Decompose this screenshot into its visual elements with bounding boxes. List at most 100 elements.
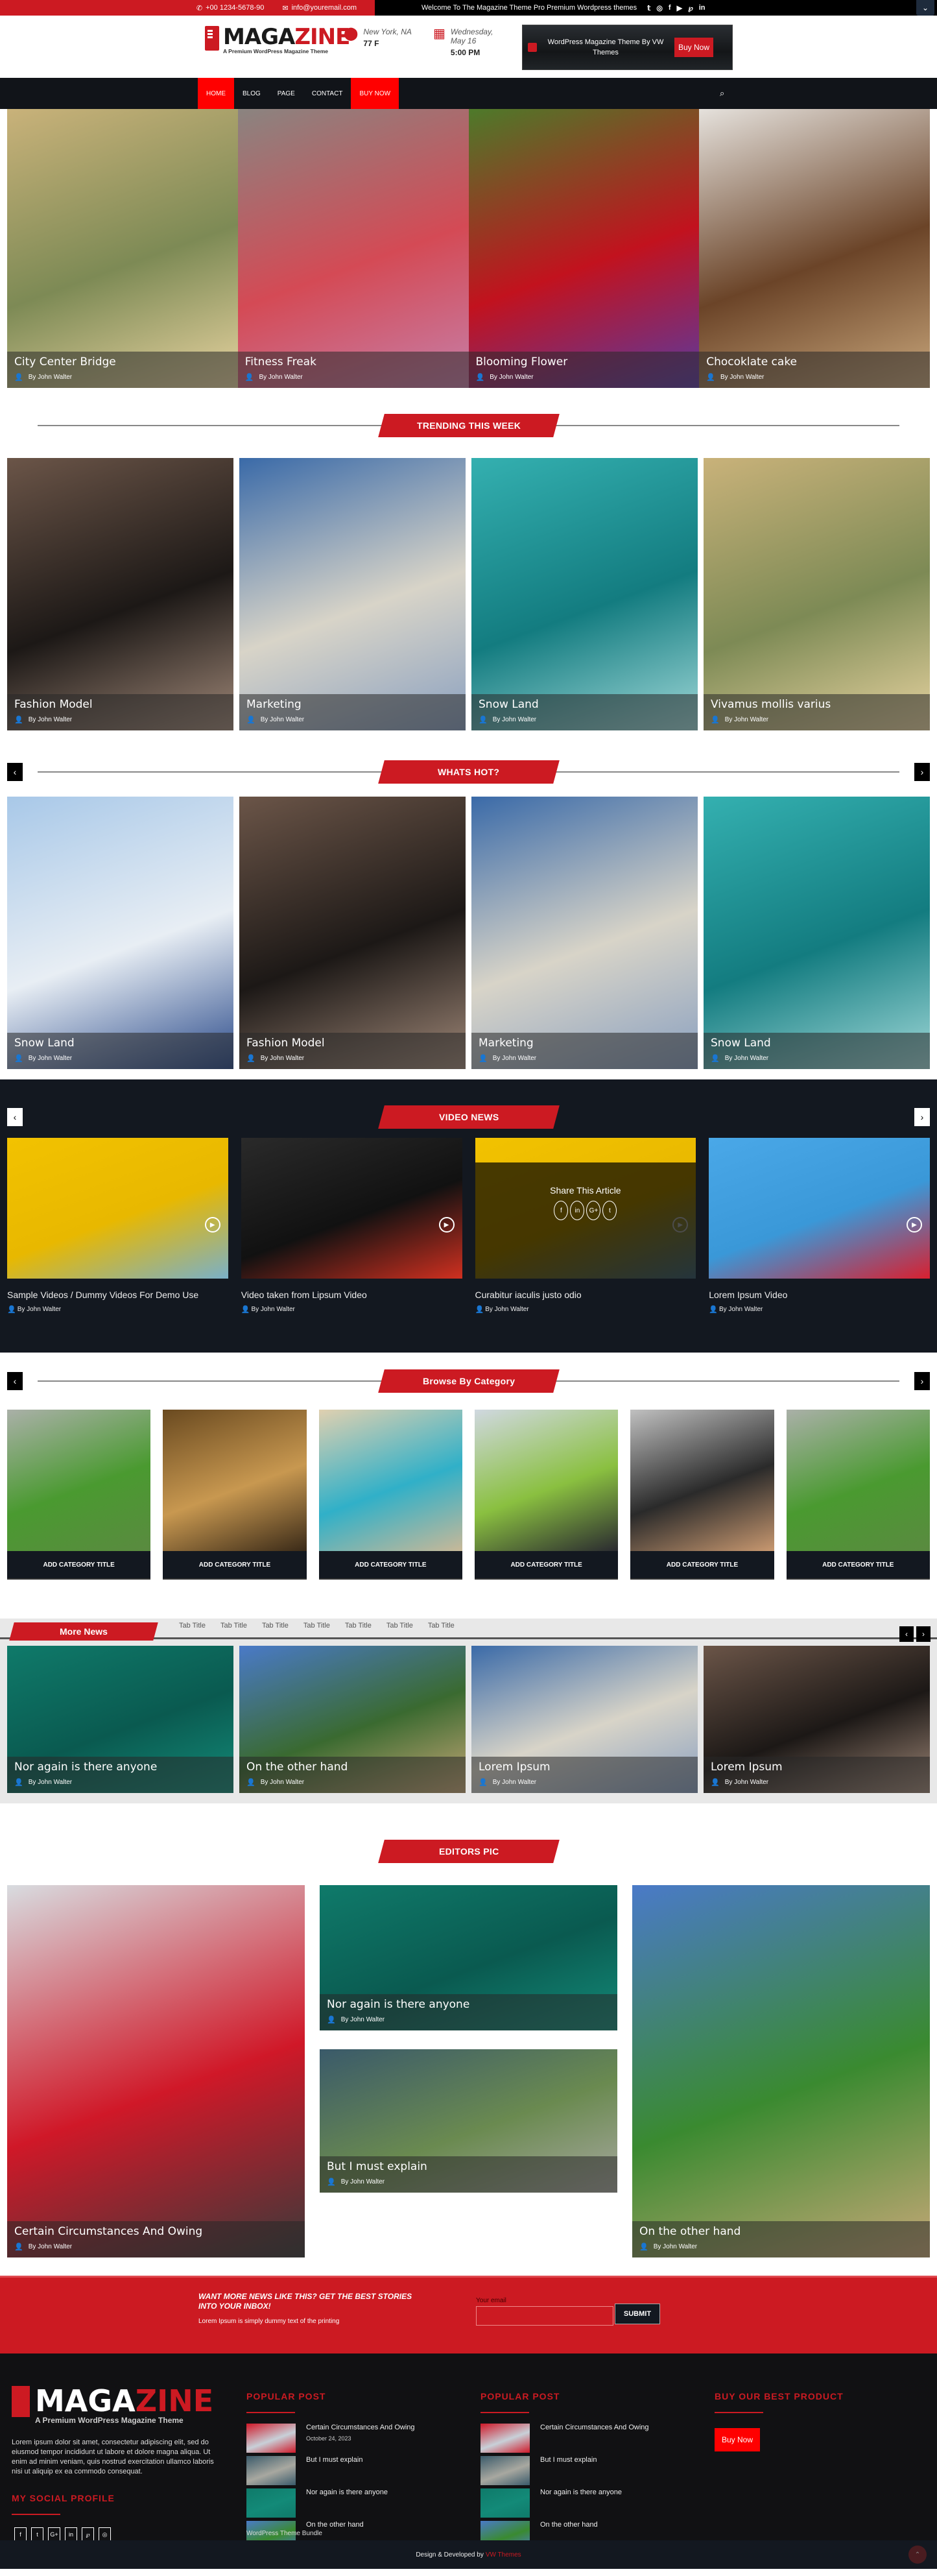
play-icon[interactable]: ▶ bbox=[907, 1217, 922, 1233]
ad-buy-now-button[interactable]: Buy Now bbox=[674, 38, 714, 57]
post-title[interactable]: But I must explain bbox=[540, 2456, 597, 2464]
post-thumbnail[interactable] bbox=[480, 2488, 530, 2518]
card-title[interactable]: Lorem Ipsum bbox=[479, 1761, 691, 1774]
category-title[interactable]: ADD CATEGORY TITLE bbox=[630, 1551, 774, 1580]
prev-arrow[interactable]: ‹ bbox=[899, 1626, 914, 1642]
header-ad-banner[interactable]: WordPress Magazine Theme By VW Themes Bu… bbox=[522, 25, 733, 70]
category-image[interactable] bbox=[318, 1410, 462, 1551]
category-title[interactable]: ADD CATEGORY TITLE bbox=[7, 1551, 151, 1580]
tab-2[interactable]: Tab Title bbox=[220, 1622, 247, 1630]
next-arrow[interactable]: › bbox=[914, 1108, 930, 1126]
linkedin-icon[interactable]: in bbox=[65, 2527, 77, 2542]
card-image[interactable] bbox=[704, 458, 930, 730]
card-image[interactable] bbox=[7, 1885, 305, 2257]
card-image[interactable] bbox=[471, 797, 698, 1069]
category-card[interactable]: ADD CATEGORY TITLE bbox=[318, 1410, 462, 1580]
play-icon[interactable]: ▶ bbox=[204, 1217, 220, 1233]
tab-5[interactable]: Tab Title bbox=[345, 1622, 372, 1630]
post-title[interactable]: But I must explain bbox=[306, 2456, 362, 2464]
editors-card[interactable]: Certain Circumstances And Owing 👤 By John … bbox=[7, 1885, 305, 2257]
card-title[interactable]: Nor again is there anyone bbox=[14, 1761, 226, 1774]
card-title[interactable]: Chocoklate cake bbox=[706, 355, 923, 368]
nav-item-page[interactable]: PAGE bbox=[269, 78, 303, 109]
editors-card[interactable]: Nor again is there anyone 👤 By John Walter bbox=[320, 1885, 617, 2030]
video-title[interactable]: Sample Videos / Dummy Videos For Demo Us… bbox=[7, 1288, 228, 1301]
hero-slide[interactable]: Chocoklate cake 👤 By John Walter bbox=[699, 109, 930, 388]
card-title[interactable]: Snow Land bbox=[711, 1037, 923, 1050]
post-thumbnail[interactable] bbox=[480, 2424, 530, 2453]
post-title[interactable]: On the other hand bbox=[540, 2521, 598, 2529]
footer-buy-now-button[interactable]: Buy Now bbox=[715, 2428, 760, 2451]
card-image[interactable] bbox=[7, 458, 233, 730]
tab-6[interactable]: Tab Title bbox=[386, 1622, 413, 1630]
card-image[interactable] bbox=[7, 109, 238, 388]
twitter-icon[interactable]: t bbox=[31, 2527, 43, 2542]
card-title[interactable]: City Center Bridge bbox=[14, 355, 231, 368]
category-image[interactable] bbox=[474, 1410, 619, 1551]
video-thumbnail[interactable]: ▶ bbox=[709, 1138, 930, 1279]
card-title[interactable]: On the other hand bbox=[246, 1761, 458, 1774]
card-title[interactable]: Marketing bbox=[246, 698, 458, 711]
tab-3[interactable]: Tab Title bbox=[262, 1622, 289, 1630]
video-card[interactable]: ▶ Sample Videos / Dummy Videos For Demo U… bbox=[7, 1138, 228, 1314]
editors-card[interactable]: But I must explain 👤 By John Walter bbox=[320, 2049, 617, 2193]
more-news-card[interactable]: Nor again is there anyone 👤 By John Walter bbox=[7, 1646, 233, 1793]
post-title[interactable]: Certain Circumstances And Owing bbox=[540, 2424, 649, 2431]
popular-post-item[interactable]: But I must explain bbox=[246, 2456, 467, 2485]
card-title[interactable]: Lorem Ipsum bbox=[711, 1761, 923, 1774]
more-news-card[interactable]: Lorem Ipsum 👤 By John Walter bbox=[704, 1646, 930, 1793]
play-icon[interactable]: ▶ bbox=[438, 1217, 455, 1233]
linkedin-icon[interactable]: in bbox=[699, 4, 706, 12]
trending-card[interactable]: Marketing 👤 By John Walter bbox=[239, 458, 466, 730]
video-title[interactable]: Curabitur iaculis justo odio bbox=[475, 1288, 696, 1301]
card-image[interactable] bbox=[239, 797, 466, 1069]
prev-arrow[interactable]: ‹ bbox=[7, 1108, 23, 1126]
popular-post-item[interactable]: Nor again is there anyone bbox=[246, 2488, 467, 2518]
video-title[interactable]: Lorem Ipsum Video bbox=[709, 1288, 930, 1301]
vw-themes-link[interactable]: VW Themes bbox=[486, 2551, 521, 2558]
card-image[interactable] bbox=[239, 458, 466, 730]
instagram-icon[interactable]: ◎ bbox=[656, 4, 663, 12]
facebook-icon[interactable]: f bbox=[554, 1201, 569, 1220]
category-title[interactable]: ADD CATEGORY TITLE bbox=[318, 1551, 462, 1580]
card-title[interactable]: On the other hand bbox=[639, 2225, 923, 2238]
category-title[interactable]: ADD CATEGORY TITLE bbox=[474, 1551, 619, 1580]
category-image[interactable] bbox=[630, 1410, 774, 1551]
instagram-icon[interactable]: ◎ bbox=[99, 2527, 111, 2542]
next-arrow[interactable]: › bbox=[914, 1372, 930, 1390]
card-image[interactable] bbox=[632, 1885, 930, 2257]
whats-hot-card[interactable]: Marketing 👤 By John Walter bbox=[471, 797, 698, 1069]
hero-slide[interactable]: City Center Bridge 👤 By John Walter bbox=[7, 109, 238, 388]
card-image[interactable] bbox=[704, 797, 930, 1069]
email[interactable]: ✉ info@youremail.com bbox=[282, 4, 357, 12]
search-icon[interactable]: ⌕ bbox=[720, 88, 724, 99]
hero-slide[interactable]: Blooming Flower 👤 By John Walter bbox=[468, 109, 700, 388]
nav-item-contact[interactable]: CONTACT bbox=[303, 78, 351, 109]
card-title[interactable]: Fitness Freak bbox=[245, 355, 462, 368]
whats-hot-card[interactable]: Snow Land 👤 By John Walter bbox=[7, 797, 233, 1069]
category-card[interactable]: ADD CATEGORY TITLE bbox=[630, 1410, 774, 1580]
card-image[interactable] bbox=[699, 109, 930, 388]
facebook-icon[interactable]: f bbox=[14, 2527, 27, 2542]
category-card[interactable]: ADD CATEGORY TITLE bbox=[786, 1410, 930, 1580]
category-image[interactable] bbox=[786, 1410, 930, 1551]
tab-7[interactable]: Tab Title bbox=[428, 1622, 455, 1630]
card-title[interactable]: Snow Land bbox=[479, 698, 691, 711]
facebook-icon[interactable]: f bbox=[669, 4, 671, 12]
whats-hot-card[interactable]: Snow Land 👤 By John Walter bbox=[704, 797, 930, 1069]
submit-button[interactable]: SUBMIT bbox=[615, 2304, 660, 2324]
video-card[interactable]: ▶ Video taken from Lipsum Video 👤 By John W… bbox=[241, 1138, 462, 1314]
twitter-icon[interactable]: 𝕥 bbox=[647, 4, 650, 12]
category-image[interactable] bbox=[163, 1410, 307, 1551]
card-title[interactable]: Certain Circumstances And Owing bbox=[14, 2225, 298, 2238]
trending-card[interactable]: Snow Land 👤 By John Walter bbox=[471, 458, 698, 730]
card-title[interactable]: Snow Land bbox=[14, 1037, 226, 1050]
trending-card[interactable]: Fashion Model 👤 By John Walter bbox=[7, 458, 233, 730]
more-news-card[interactable]: On the other hand 👤 By John Walter bbox=[239, 1646, 466, 1793]
card-image[interactable] bbox=[237, 109, 469, 388]
post-title[interactable]: Certain Circumstances And Owing bbox=[306, 2424, 415, 2431]
google-plus-icon[interactable]: G+ bbox=[586, 1201, 601, 1220]
footer-logo[interactable]: MAGAZINE A Premium WordPress Magazine Th… bbox=[12, 2386, 213, 2425]
nav-item-blog[interactable]: BLOG bbox=[234, 78, 269, 109]
popular-post-item[interactable]: Certain Circumstances And Owing October 2… bbox=[246, 2424, 467, 2453]
